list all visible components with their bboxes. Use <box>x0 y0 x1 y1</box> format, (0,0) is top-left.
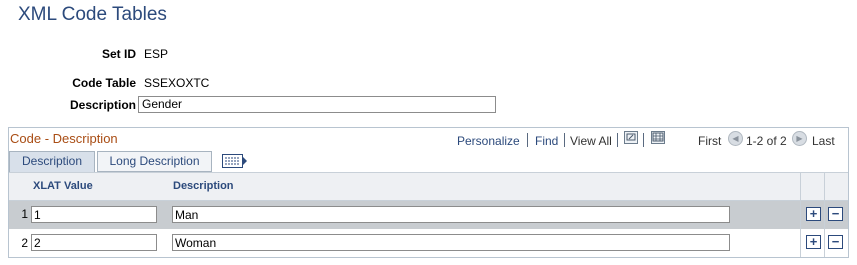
nav-separator <box>564 133 565 147</box>
tab-description[interactable]: Description <box>9 151 95 172</box>
page-title: XML Code Tables <box>18 4 167 25</box>
column-header-xlat-value: XLAT Value <box>33 180 93 192</box>
column-divider <box>824 172 825 257</box>
code-table-value: SSEXOXTC <box>144 76 210 90</box>
delete-row-button[interactable]: − <box>828 235 843 249</box>
code-table-label: Code Table <box>72 76 136 90</box>
description-field[interactable] <box>138 96 496 113</box>
view-all-link[interactable]: View All <box>570 134 612 148</box>
xlat-value-field[interactable] <box>31 206 157 223</box>
row-number: 2 <box>21 236 28 250</box>
tab-long-description[interactable]: Long Description <box>97 151 212 172</box>
personalize-link[interactable]: Personalize <box>457 134 520 148</box>
first-label: First <box>698 134 722 148</box>
column-header-description: Description <box>173 180 234 192</box>
add-row-button[interactable]: + <box>806 235 821 249</box>
setid-value: ESP <box>144 47 169 61</box>
nav-separator <box>527 133 528 147</box>
find-link[interactable]: Find <box>535 134 558 148</box>
last-label: Last <box>812 134 835 148</box>
nav-separator <box>617 133 618 147</box>
delete-row-button[interactable]: − <box>828 207 843 221</box>
grid-title: Code - Description <box>10 131 118 146</box>
description-label: Description <box>69 98 136 112</box>
row-range: 1-2 of 2 <box>746 134 787 148</box>
row-description-field[interactable] <box>172 206 730 223</box>
previous-icon[interactable]: ◀ <box>728 131 743 146</box>
download-icon[interactable] <box>651 131 665 144</box>
row-description-field[interactable] <box>172 234 730 251</box>
zoom-icon[interactable] <box>624 131 638 144</box>
xlat-value-field[interactable] <box>31 234 157 251</box>
nav-separator <box>643 133 644 147</box>
row-number: 1 <box>21 207 28 221</box>
next-icon[interactable]: ▶ <box>792 131 807 146</box>
show-all-columns-icon[interactable] <box>222 154 248 168</box>
add-row-button[interactable]: + <box>806 207 821 221</box>
setid-label: Set ID <box>101 47 136 61</box>
grid-header-row <box>9 172 848 201</box>
column-divider <box>800 172 801 257</box>
